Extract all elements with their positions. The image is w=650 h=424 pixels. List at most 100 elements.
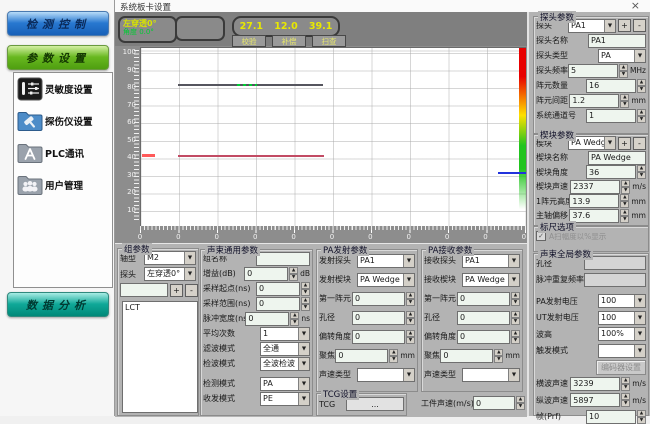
workpiece-velocity-spinner[interactable]: ▲▼	[516, 396, 525, 410]
tx-aperture-spinner[interactable]: ▲▼	[406, 311, 415, 325]
tx-deflect-angle-spinner[interactable]: ▲▼	[406, 330, 415, 344]
probe-select-remove-button[interactable]: -	[633, 19, 646, 32]
sidebar-item-data-analysis[interactable]: 数据分析	[7, 292, 109, 317]
sidebar-item-user-management[interactable]: 用户管理	[14, 169, 112, 201]
sample-range[interactable]: 0	[256, 297, 300, 311]
system-channel[interactable]: 1	[586, 109, 636, 123]
gain-spinner[interactable]: ▲▼	[289, 267, 298, 281]
first-element-height[interactable]: 13.9	[569, 194, 619, 208]
sample-range-spinner[interactable]: ▲▼	[301, 297, 310, 311]
sidebar-item-plc-communication[interactable]: PLC通讯	[14, 137, 112, 169]
group-add-button[interactable]: +	[170, 284, 183, 297]
close-icon[interactable]: ×	[631, 0, 640, 11]
gain[interactable]: 0	[244, 267, 288, 281]
probe-frequency[interactable]: 5	[568, 64, 618, 78]
shear-velocity[interactable]: 3239	[570, 377, 620, 391]
tx-focus-depth-spinner[interactable]: ▲▼	[389, 349, 398, 363]
rx-aperture-spinner[interactable]: ▲▼	[511, 311, 520, 325]
group-list[interactable]: LCT	[122, 301, 198, 413]
sidebar-item-parameter-settings[interactable]: 参数设置	[7, 45, 109, 70]
readout-value: 27.1	[240, 21, 263, 32]
rx-velocity-type[interactable]: ▼	[462, 368, 520, 382]
rx-focus-depth-spinner[interactable]: ▲▼	[494, 349, 503, 363]
main-axis-offset-unit: mm	[631, 211, 646, 220]
element-pitch-spinner[interactable]: ▲▼	[620, 94, 629, 108]
wedge-select-add-button[interactable]: +	[618, 137, 631, 150]
pulse-width-spinner[interactable]: ▲▼	[290, 312, 299, 326]
wedge-velocity-spinner[interactable]: ▲▼	[621, 180, 630, 194]
global-aperture[interactable]	[584, 256, 646, 270]
tx-wedge[interactable]: PA Wedge▼	[357, 273, 415, 287]
sidebar-item-flaw-detector-settings[interactable]: 探伤仪设置	[14, 105, 112, 137]
system-channel-spinner[interactable]: ▲▼	[637, 109, 646, 123]
group-name[interactable]	[256, 252, 310, 266]
tx-aperture[interactable]: 0	[352, 311, 405, 325]
tx-first-element[interactable]: 0	[352, 292, 405, 306]
probe-frequency-spinner[interactable]: ▲▼	[619, 64, 628, 78]
frame-prf-spinner[interactable]: ▲▼	[637, 410, 646, 424]
txrx-mode[interactable]: PE▼	[260, 392, 310, 406]
element-count-spinner[interactable]: ▲▼	[637, 79, 646, 93]
shear-velocity-unit: m/s	[632, 379, 646, 388]
compensate-button[interactable]: 补偿	[272, 35, 306, 47]
longitudinal-velocity[interactable]: 5897	[570, 393, 620, 407]
average-count[interactable]: 1▼	[260, 327, 310, 341]
filter-mode[interactable]: 全通▼	[260, 342, 310, 356]
group-probe-select[interactable]: 左穿透0°▼	[144, 267, 196, 281]
wedge-angle-spinner[interactable]: ▲▼	[637, 165, 646, 179]
amplitude-colorbar	[519, 48, 526, 216]
pulse-repeat-freq[interactable]	[584, 273, 646, 287]
rx-first-element[interactable]: 0	[457, 292, 510, 306]
wave-height[interactable]: 100%▼	[598, 327, 646, 341]
scan-button[interactable]: 扫查	[312, 35, 346, 47]
first-element-height-spinner[interactable]: ▲▼	[620, 194, 629, 208]
rx-deflect-angle[interactable]: 0	[457, 330, 510, 344]
rx-focus-depth[interactable]: 0	[440, 349, 493, 363]
element-count[interactable]: 16	[586, 79, 636, 93]
rx-deflect-angle-spinner[interactable]: ▲▼	[511, 330, 520, 344]
axis-type-select[interactable]: M2▼	[144, 251, 196, 265]
series-gate-red	[178, 155, 324, 157]
sidebar-item-sensitivity-settings[interactable]: 灵敏度设置	[14, 73, 112, 105]
probe-select-add-button[interactable]: +	[618, 19, 631, 32]
rx-first-element-spinner[interactable]: ▲▼	[511, 292, 520, 306]
longitudinal-velocity-spinner[interactable]: ▲▼	[621, 393, 630, 407]
pa-tx-voltage[interactable]: 100▼	[598, 294, 646, 308]
main-axis-offset[interactable]: 37.6	[569, 209, 619, 223]
rectify-mode-label: 检波模式	[203, 358, 235, 369]
probe-name[interactable]: PA1	[588, 34, 646, 48]
group-extra-input[interactable]	[120, 283, 168, 297]
rectify-mode[interactable]: 全波检波▼	[260, 357, 310, 371]
frame-prf[interactable]: 10	[586, 410, 636, 424]
chevron-down-icon: ▼	[403, 255, 414, 267]
panel-title: 楔块参数	[538, 129, 576, 141]
sample-start[interactable]: 0	[256, 282, 300, 296]
tx-velocity-type[interactable]: ▼	[357, 368, 415, 382]
shear-velocity-spinner[interactable]: ▲▼	[621, 377, 630, 391]
detect-mode[interactable]: PA▼	[260, 377, 310, 391]
tx-deflect-angle[interactable]: 0	[352, 330, 405, 344]
wedge-velocity-unit: m/s	[632, 182, 646, 191]
sidebar-item-detection-control[interactable]: 检测控制	[7, 11, 109, 36]
rx-aperture[interactable]: 0	[457, 311, 510, 325]
wedge-velocity[interactable]: 2337	[570, 180, 620, 194]
sample-start-spinner[interactable]: ▲▼	[301, 282, 310, 296]
wedge-name[interactable]: PA Wedge	[588, 151, 646, 165]
tx-first-element-spinner[interactable]: ▲▼	[406, 292, 415, 306]
group-remove-button[interactable]: -	[185, 284, 198, 297]
rx-wedge[interactable]: PA Wedge▼	[462, 273, 520, 287]
trigger-mode[interactable]: ▼	[598, 344, 646, 358]
pulse-width[interactable]: 0	[245, 312, 289, 326]
ut-tx-voltage[interactable]: 100▼	[598, 311, 646, 325]
tx-focus-depth[interactable]: 0	[335, 349, 388, 363]
wedge-select-remove-button[interactable]: -	[633, 137, 646, 150]
list-item[interactable]: LCT	[125, 303, 195, 312]
workpiece-velocity-input[interactable]: 0	[473, 396, 515, 410]
encoder-settings[interactable]: 编码器设置	[596, 360, 646, 375]
main-axis-offset-spinner[interactable]: ▲▼	[620, 209, 629, 223]
probe-type[interactable]: PA▼	[598, 49, 646, 63]
wedge-angle[interactable]: 36	[586, 165, 636, 179]
element-pitch[interactable]: 1.2	[569, 94, 619, 108]
blank-display[interactable]	[175, 16, 225, 41]
calibrate-button[interactable]: 校验	[232, 35, 266, 47]
